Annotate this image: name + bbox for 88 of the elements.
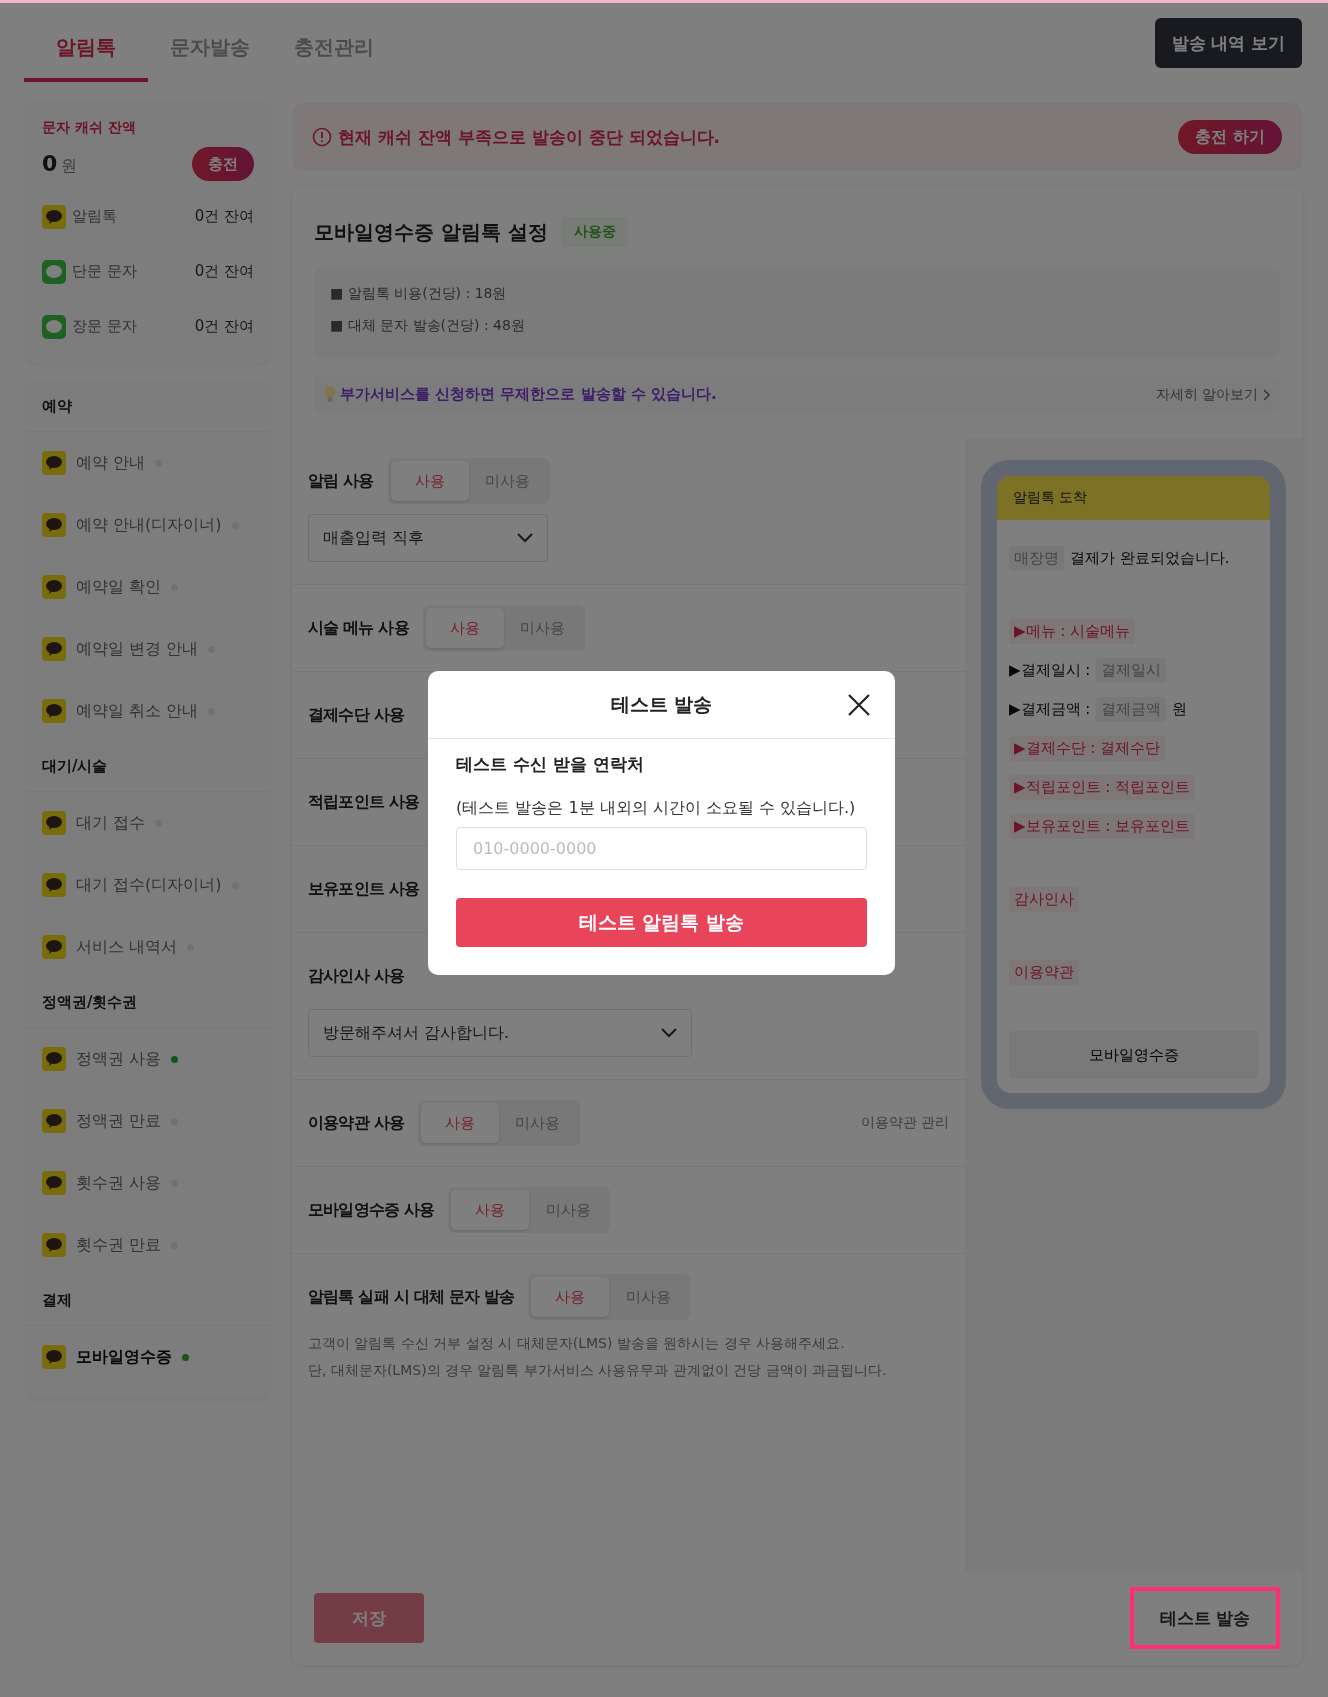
message-text: ▶결제금액 : xyxy=(1009,700,1091,719)
toggle-option[interactable]: 사용 xyxy=(421,1103,499,1143)
dialog-note: (테스트 발송은 1분 내외의 시간이 소요될 수 있습니다.) xyxy=(456,798,857,819)
balance-remaining: 0건 잔여 xyxy=(194,262,254,281)
charge-button[interactable]: 충전 xyxy=(192,147,254,181)
toggle-option[interactable]: 사용 xyxy=(451,1190,530,1230)
menu-group-title: 예약 xyxy=(26,382,270,432)
setting-label: 이용약관 사용 xyxy=(308,1112,404,1134)
balance-label: 단문 문자 xyxy=(72,262,138,281)
currency-unit: 원 xyxy=(61,156,78,175)
message-icon xyxy=(42,314,66,339)
setting-label: 알림 사용 xyxy=(308,470,374,492)
dropdown-select[interactable]: 방문해주셔서 감사합니다. xyxy=(308,1009,692,1057)
chat-bubble-icon xyxy=(42,451,66,475)
menu-item[interactable]: 횟수권 만료 xyxy=(26,1214,270,1276)
menu-item[interactable]: 예약 안내 xyxy=(26,432,270,494)
fee-line: ■ 알림톡 비용(건당) : 18원 xyxy=(330,285,508,303)
toggle-option[interactable]: 사용 xyxy=(390,461,469,501)
menu-item[interactable]: 정액권 사용 xyxy=(26,1028,270,1090)
chevron-right-icon xyxy=(1263,388,1270,401)
field-label: 테스트 수신 받을 연락처 xyxy=(456,753,645,776)
chat-bubble-icon xyxy=(42,811,66,835)
menu-group-title: 정액권/횟수권 xyxy=(26,978,270,1028)
message-text: 결제가 완료되었습니다. xyxy=(1070,549,1230,568)
chat-bubble-icon xyxy=(42,935,66,959)
history-button[interactable]: 발송 내역 보기 xyxy=(1155,18,1302,68)
menu-group-title: 결제 xyxy=(26,1276,270,1326)
settings-title: 모바일영수증 알림톡 설정 xyxy=(314,218,548,246)
chat-bubble-icon xyxy=(42,1345,66,1369)
status-badge: 사용중 xyxy=(561,217,628,247)
menu-item[interactable]: 모바일영수증 xyxy=(26,1326,270,1388)
chat-bubble-icon xyxy=(42,575,66,599)
menu-item[interactable]: 예약 안내(디자이너) xyxy=(26,494,270,556)
dialog-title: 테스트 발송 xyxy=(610,691,713,717)
alert-text: 현재 캐쉬 잔액 부족으로 발송이 중단 되었습니다. xyxy=(338,125,720,149)
setting-label: 보유포인트 사용 xyxy=(308,878,420,900)
balance-label: 알림톡 xyxy=(72,207,118,226)
send-test-button[interactable]: 테스트 알림톡 발송 xyxy=(456,898,867,947)
chat-bubble-icon xyxy=(42,513,66,537)
phone-input-field[interactable]: 010-0000-0000 xyxy=(456,827,867,870)
help-text: 고객이 알림톡 수신 거부 설정 시 대체문자(LMS) 발송을 원하시는 경우 사용해주세요. xyxy=(308,1334,846,1353)
fee-line: ■ 대체 문자 발송(건당) : 48원 xyxy=(330,317,526,335)
setting-label: 적립포인트 사용 xyxy=(308,791,420,813)
chat-bubble-icon xyxy=(42,1109,66,1133)
message-icon xyxy=(42,259,66,284)
tip-text: 부가서비스를 신청하면 무제한으로 발송할 수 있습니다. xyxy=(340,385,717,404)
menu-item[interactable]: 예약일 변경 안내 xyxy=(26,618,270,680)
chevron-down-icon xyxy=(517,533,533,543)
balance-title: 문자 캐쉬 잔액 xyxy=(42,119,137,137)
learn-more-link[interactable]: 자세히 알아보기 xyxy=(1155,385,1270,404)
message-text: ▶결제일시 : xyxy=(1009,661,1091,680)
balance-remaining: 0건 잔여 xyxy=(194,317,254,336)
message-text: 원 xyxy=(1172,700,1188,719)
menu-item[interactable]: 대기 접수 xyxy=(26,792,270,854)
menu-item[interactable]: 예약일 취소 안내 xyxy=(26,680,270,742)
chat-bubble-icon xyxy=(42,873,66,897)
balance-remaining: 0건 잔여 xyxy=(194,207,254,226)
chat-bubble-icon xyxy=(42,699,66,723)
help-text: 단, 대체문자(LMS)의 경우 알림톡 부가서비스 사용유무과 관계없이 건당 금액이 과금됩니다. xyxy=(308,1360,888,1380)
toggle-option[interactable]: 사용 xyxy=(425,608,504,648)
setting-label: 감사인사 사용 xyxy=(308,965,404,987)
setting-label: 결제수단 사용 xyxy=(308,704,404,726)
chat-bubble-icon xyxy=(42,1233,66,1257)
toggle-option[interactable]: 사용 xyxy=(531,1277,610,1317)
menu-item[interactable]: 대기 접수(디자이너) xyxy=(26,854,270,916)
nav-tab[interactable]: 알림톡 xyxy=(24,3,148,82)
terms-link[interactable]: 이용약관 관리 xyxy=(860,1114,949,1132)
chat-bubble-icon xyxy=(42,204,66,229)
chevron-down-icon xyxy=(661,1028,677,1038)
dropdown-select[interactable]: 매출입력 직후 xyxy=(308,514,548,562)
menu-item[interactable]: 정액권 만료 xyxy=(26,1090,270,1152)
menu-group-title: 대기/시술 xyxy=(26,742,270,792)
setting-label: 알림톡 실패 시 대체 문자 발송 xyxy=(308,1286,515,1308)
receipt-button[interactable]: 모바일영수증 xyxy=(1009,1031,1258,1079)
setting-label: 시술 메뉴 사용 xyxy=(308,617,409,639)
chat-bubble-icon xyxy=(42,1171,66,1195)
balance-amount: 0 xyxy=(42,151,58,176)
lightbulb-icon xyxy=(324,385,336,404)
setting-label: 모바일영수증 사용 xyxy=(308,1199,435,1221)
menu-item[interactable]: 횟수권 사용 xyxy=(26,1152,270,1214)
chat-bubble-icon xyxy=(42,637,66,661)
menu-item[interactable]: 예약일 확인 xyxy=(26,556,270,618)
warning-icon xyxy=(312,127,332,147)
balance-label: 장문 문자 xyxy=(72,317,138,336)
chat-bubble-icon xyxy=(42,1047,66,1071)
menu-item[interactable]: 서비스 내역서 xyxy=(26,916,270,978)
charge-button[interactable]: 충전 하기 xyxy=(1178,120,1282,154)
preview-header: 알림톡 도착 xyxy=(997,476,1270,520)
